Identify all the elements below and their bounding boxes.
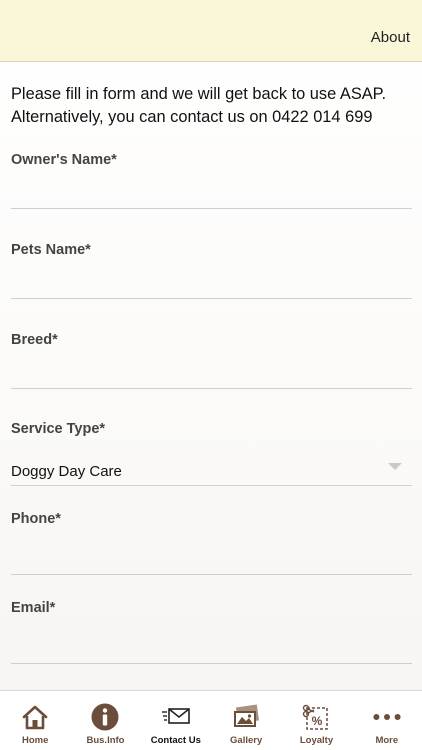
tab-home-label: Home — [21, 735, 49, 746]
gallery-icon — [231, 703, 261, 731]
phone-input[interactable] — [11, 544, 412, 574]
tab-more-label: More — [375, 735, 399, 746]
service-type-label: Service Type* — [11, 421, 106, 437]
bottom-tab-bar: Home Bus.Info Contact Us Gallery % Loyal… — [0, 690, 422, 750]
tab-gallery[interactable]: Gallery — [211, 691, 281, 750]
pets-name-input[interactable] — [11, 268, 412, 298]
email-label: Email* — [11, 600, 56, 616]
phone-label: Phone* — [11, 511, 61, 527]
service-type-underline — [11, 485, 412, 486]
pets-name-field: Pets Name* — [11, 242, 412, 314]
coupon-icon: % — [301, 703, 331, 731]
about-link[interactable]: About — [371, 29, 410, 46]
tab-bus-info[interactable]: Bus.Info — [70, 691, 140, 750]
email-field: Email* — [11, 600, 412, 672]
phone-field: Phone* — [11, 511, 412, 583]
service-type-value: Doggy Day Care — [11, 463, 122, 480]
tab-loyalty[interactable]: % Loyalty — [281, 691, 351, 750]
email-input[interactable] — [11, 633, 412, 663]
mail-icon — [161, 703, 191, 731]
intro-text: Please fill in form and we will get back… — [11, 83, 415, 129]
tab-bus-info-label: Bus.Info — [86, 735, 125, 746]
breed-label: Breed* — [11, 332, 58, 348]
intro-line-2: Alternatively, you can contact us on 042… — [11, 108, 373, 126]
owners-name-input[interactable] — [11, 178, 412, 208]
info-icon — [90, 703, 120, 731]
pets-name-label: Pets Name* — [11, 242, 91, 258]
tab-home[interactable]: Home — [0, 691, 70, 750]
email-underline — [11, 663, 412, 664]
chevron-down-icon — [388, 463, 402, 470]
owners-name-field: Owner's Name* — [11, 152, 412, 224]
pets-name-underline — [11, 298, 412, 299]
phone-underline — [11, 574, 412, 575]
breed-field: Breed* — [11, 332, 412, 404]
contact-screen: About Please fill in form and we will ge… — [0, 0, 422, 750]
service-type-field: Service Type* Doggy Day Care — [11, 421, 412, 493]
breed-input[interactable] — [11, 358, 412, 388]
more-icon — [372, 703, 402, 731]
top-bar: About — [0, 0, 422, 62]
tab-contact-us-label: Contact Us — [150, 735, 201, 746]
tab-more[interactable]: More — [352, 691, 422, 750]
home-icon — [20, 703, 50, 731]
tab-contact-us[interactable]: Contact Us — [141, 691, 211, 750]
owners-name-label: Owner's Name* — [11, 152, 117, 168]
breed-underline — [11, 388, 412, 389]
owners-name-underline — [11, 208, 412, 209]
service-type-select[interactable]: Doggy Day Care — [11, 447, 412, 480]
svg-text:%: % — [312, 714, 323, 728]
tab-gallery-label: Gallery — [230, 735, 263, 746]
intro-line-1: Please fill in form and we will get back… — [11, 85, 387, 103]
tab-loyalty-label: Loyalty — [299, 735, 334, 746]
